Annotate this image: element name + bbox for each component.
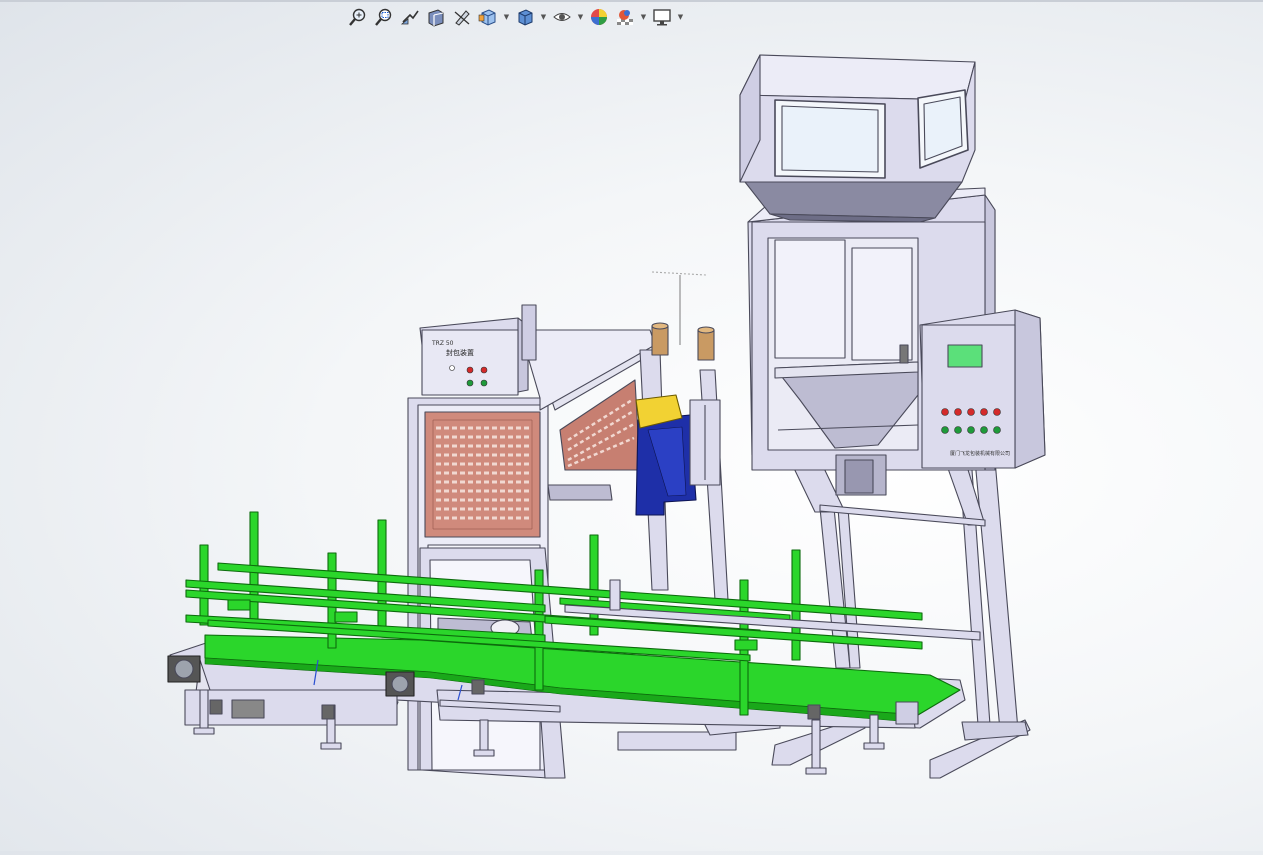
chevron-down-icon: ▼ [577,13,584,21]
hide-show-items-button[interactable] [550,6,574,28]
chevron-down-icon: ▼ [640,13,647,21]
hide-show-items-icon [553,13,571,21]
hide-show-items-dropdown[interactable]: ▼ [576,6,585,28]
zoom-to-fit-icon [349,8,366,26]
sealer-model-label: TRZ 50 [431,340,454,347]
control-panel-label: 厦门飞龙包装机械有限公司 [950,450,1010,457]
apply-scene-icon [617,10,633,25]
chevron-down-icon: ▼ [677,13,684,21]
view-orientation-button[interactable] [476,6,500,28]
display-style-dropdown[interactable]: ▼ [539,6,548,28]
top-border [0,0,1263,2]
section-view-icon [428,9,444,27]
sealer-control-box: TRZ 50 封包装置 [419,304,537,396]
display-style-button[interactable] [513,6,537,28]
heads-up-view-toolbar: ▼ ▼ ▼ ▼ ▼ [346,5,685,29]
display-style-icon [518,9,533,26]
section-view-button[interactable] [424,6,448,28]
feed-hopper [739,54,976,223]
view-orientation-dropdown[interactable]: ▼ [502,6,511,28]
view-settings-dropdown[interactable]: ▼ [676,6,685,28]
dynamic-annotation-icon [454,10,470,26]
hmi-touch-screen [947,344,983,368]
view-settings-button[interactable] [650,6,674,28]
previous-view-button[interactable] [398,6,422,28]
graphics-area[interactable]: 厦门飞龙包装机械有限公司 TRZ 50 封包装置 [0,32,1263,851]
bag-sewing-head [635,394,721,516]
view-settings-icon [653,9,671,26]
dynamic-annotation-button[interactable] [450,6,474,28]
zoom-to-fit-button[interactable] [346,6,370,28]
zoom-to-area-button[interactable] [372,6,396,28]
chevron-down-icon: ▼ [503,13,510,21]
zoom-to-area-icon [375,8,392,26]
view-orientation-icon [478,9,496,26]
sealer-title-label: 封包装置 [446,348,474,357]
previous-view-icon [400,10,419,25]
packaging-machine-assembly-model: 厦门飞龙包装机械有限公司 TRZ 50 封包装置 [167,54,1046,779]
chevron-down-icon: ▼ [540,13,547,21]
electrical-control-cabinet: 厦门飞龙包装机械有限公司 [919,309,1046,469]
apply-scene-button[interactable] [613,6,637,28]
apply-scene-dropdown[interactable]: ▼ [639,6,648,28]
edit-appearance-button[interactable] [587,6,611,28]
edit-appearance-icon [591,9,607,25]
thread-cones [651,271,715,361]
